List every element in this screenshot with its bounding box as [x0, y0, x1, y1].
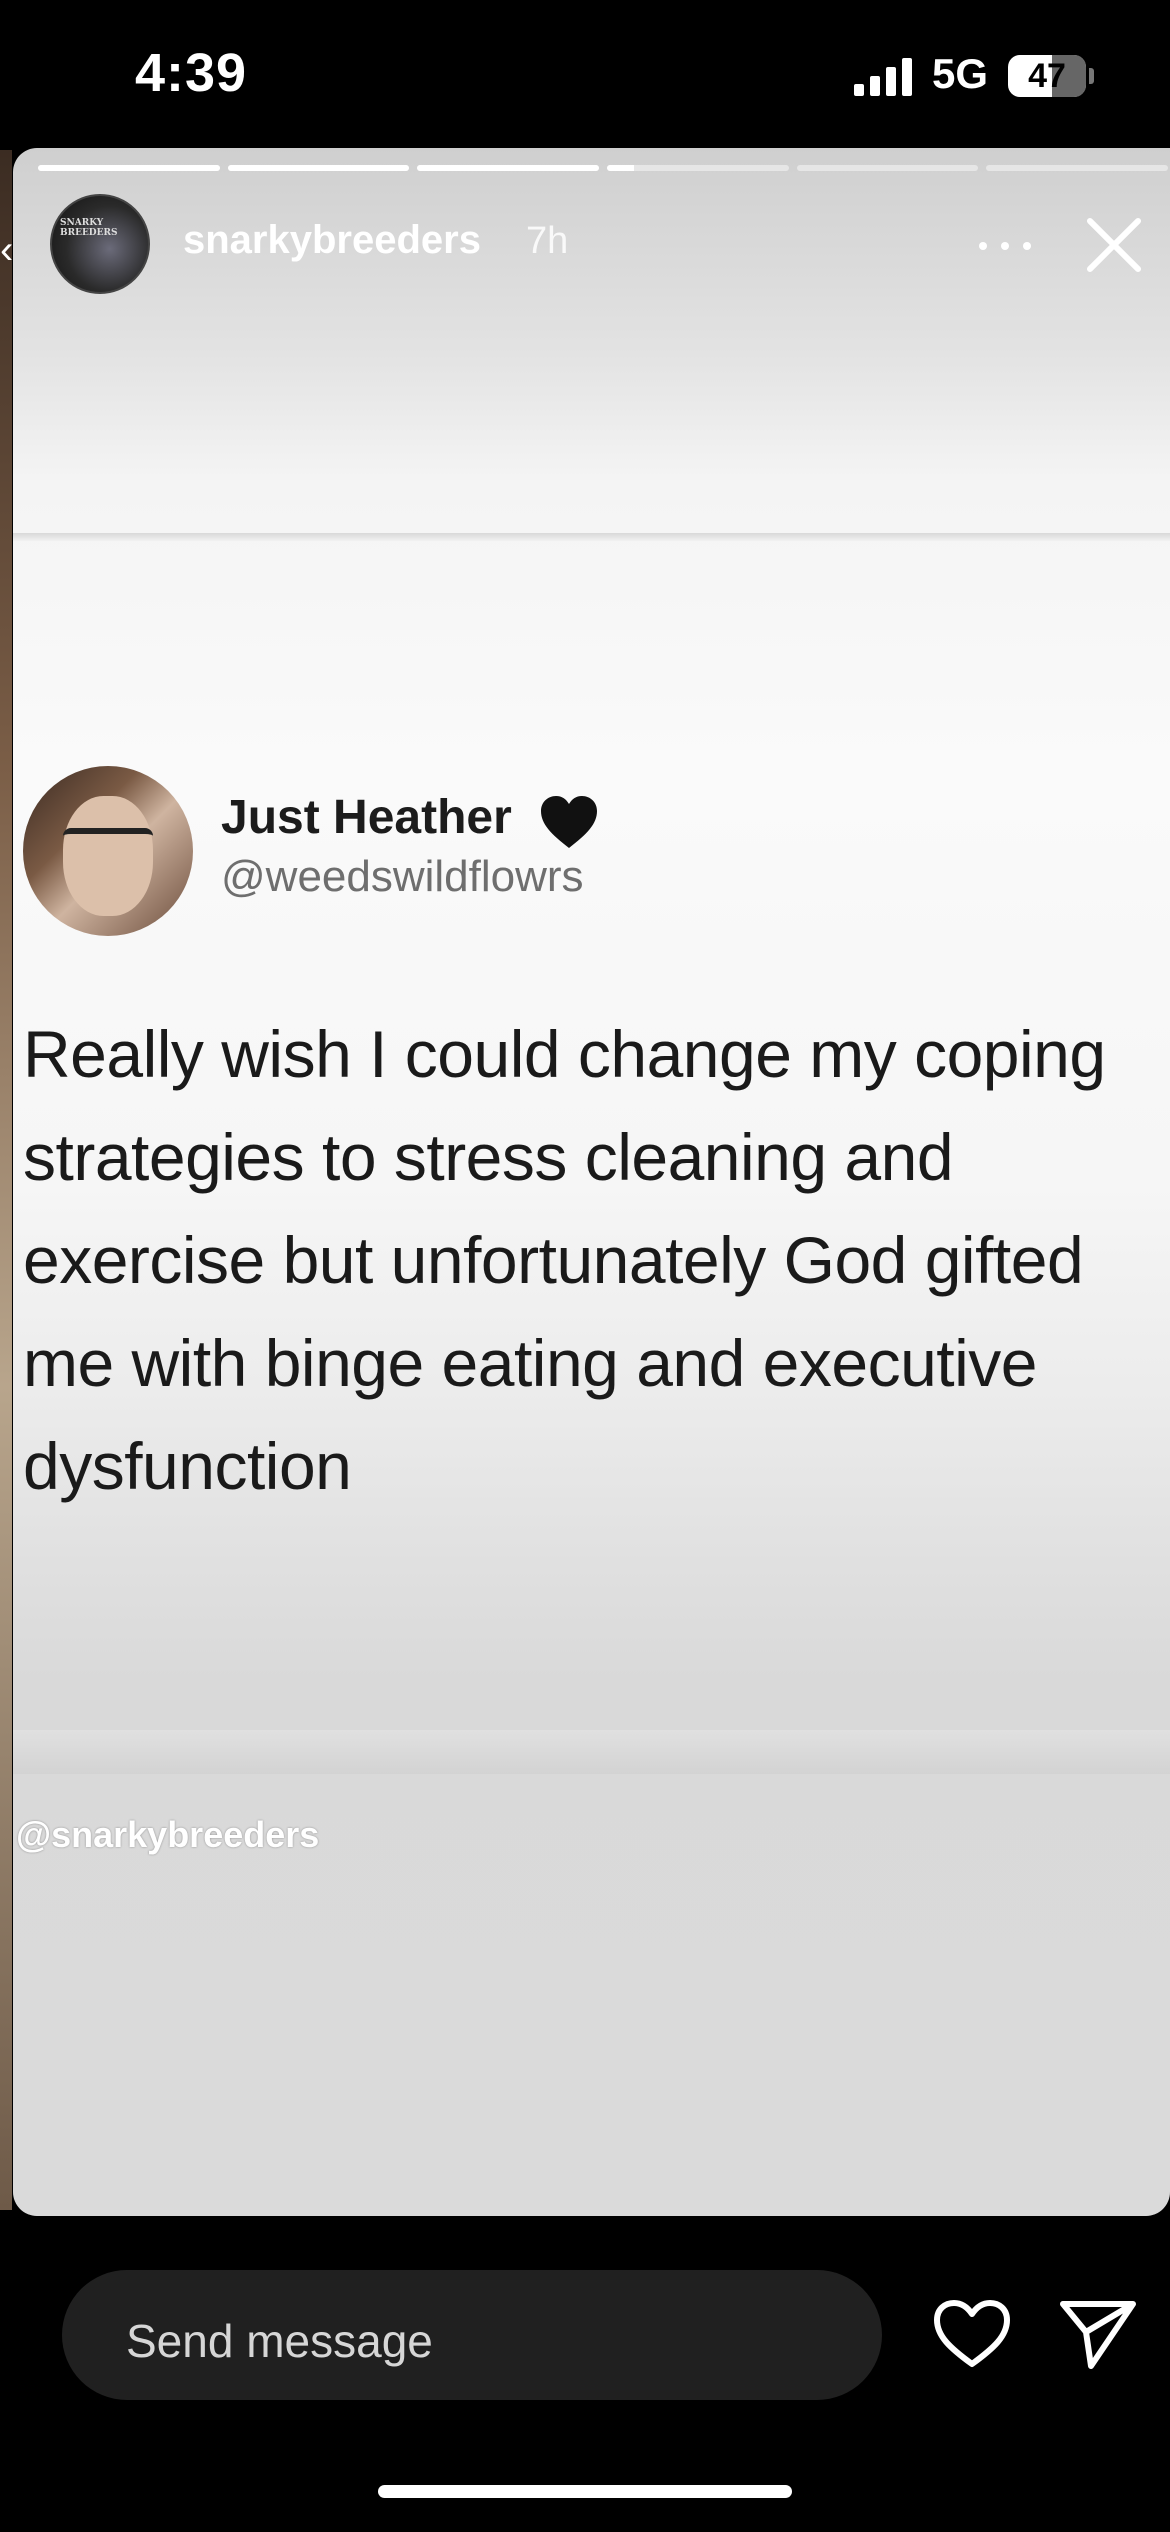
- story-progress-fill: [607, 165, 635, 171]
- story-progress-fill: [227, 165, 410, 171]
- battery-cap: [1089, 68, 1094, 84]
- signal-icon: [854, 58, 912, 96]
- send-message-placeholder: Send message: [126, 2315, 433, 2367]
- avatar-glasses: [63, 828, 153, 860]
- image-divider-top: [13, 533, 1170, 541]
- avatar-logo-text: SNARKY BREEDERS: [60, 218, 118, 238]
- story-progress-segment: [227, 165, 410, 171]
- story-author-avatar[interactable]: SNARKY BREEDERS: [50, 194, 150, 294]
- previous-story-edge[interactable]: [0, 150, 12, 2210]
- send-icon[interactable]: [1058, 2296, 1138, 2370]
- story-progress-segment: [986, 165, 1169, 171]
- network-type: 5G: [932, 50, 989, 97]
- story-progress-segment: [607, 165, 789, 171]
- close-icon[interactable]: [1081, 212, 1147, 278]
- heart-emoji-icon: [541, 796, 597, 848]
- status-bar: 4:39 5G 47: [0, 0, 1170, 150]
- more-icon[interactable]: [979, 236, 1039, 256]
- story-watermark: @snarkybreeders: [16, 1814, 320, 1855]
- previous-story-chevron-icon: ‹: [0, 228, 14, 272]
- tweet-text: Really wish I could change my coping str…: [23, 1017, 1106, 1503]
- battery-level: 47: [1028, 57, 1066, 95]
- story-progress-bar: [38, 165, 1169, 171]
- tweet-author-handle: @weedswildflowrs: [221, 852, 584, 901]
- story-card[interactable]: SNARKY BREEDERS snarkybreeders 7h Just H…: [13, 148, 1170, 2216]
- like-icon[interactable]: [932, 2298, 1012, 2370]
- home-indicator[interactable]: [378, 2485, 792, 2498]
- send-message-input[interactable]: Send message: [62, 2270, 882, 2400]
- image-divider-bottom: [13, 1730, 1170, 1774]
- story-progress-fill: [38, 165, 220, 171]
- story-username[interactable]: snarkybreeders: [183, 218, 481, 263]
- battery-icon: 47: [1008, 55, 1086, 97]
- tweet-author-name: Just Heather: [221, 791, 512, 844]
- status-time: 4:39: [135, 43, 248, 103]
- story-age: 7h: [526, 220, 569, 262]
- story-progress-segment: [417, 165, 600, 171]
- tweet-author-avatar: [23, 766, 193, 936]
- story-progress-segment: [38, 165, 220, 171]
- story-progress-fill: [417, 165, 600, 171]
- story-progress-segment: [796, 165, 979, 171]
